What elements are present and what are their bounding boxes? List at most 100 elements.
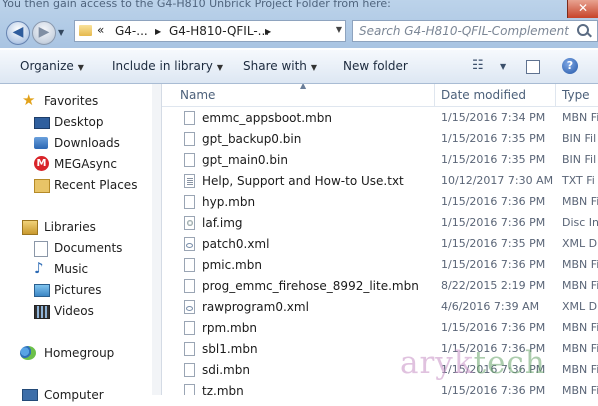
breadcrumb-parent[interactable]: G4-... [115, 24, 148, 38]
file-icon [184, 321, 195, 335]
file-type: MBN Fi [562, 321, 598, 334]
file-row[interactable]: gpt_main0.bin 1/15/2016 7:35 PM BIN Fil [162, 150, 598, 171]
overflow-breadcrumb-icon[interactable]: « [97, 23, 104, 37]
navigation-scrollbar[interactable] [152, 84, 161, 395]
column-type[interactable]: Type [562, 88, 590, 102]
file-type: MBN Fi [562, 258, 598, 271]
recent-locations-chevron-icon[interactable]: ▼ [58, 28, 64, 37]
close-window-button[interactable]: ✕ [567, 0, 598, 18]
nav-libraries-header[interactable]: Libraries [0, 217, 160, 238]
column-header-row: ▲ Name Date modified Type [162, 84, 598, 107]
homegroup-label: Homegroup [44, 346, 115, 360]
file-type: MBN Fi [562, 111, 598, 124]
file-date-modified: 8/22/2015 2:19 PM [441, 279, 546, 292]
share-with-label: Share with [243, 59, 307, 73]
favorites-star-icon: ★ [22, 91, 36, 109]
videos-icon [34, 305, 50, 319]
breadcrumb-separator-icon[interactable]: ▶ [155, 27, 161, 36]
view-options-icon[interactable]: ☷ [472, 58, 484, 73]
window-titlebar: You then gain access to the G4-H810 Unbr… [0, 0, 598, 48]
back-arrow-icon: ◀ [12, 24, 24, 40]
file-type: XML D [562, 237, 598, 250]
nav-item-desktop[interactable]: Desktop [0, 112, 160, 133]
file-date-modified: 1/15/2016 7:35 PM [441, 153, 546, 166]
nav-item-music[interactable]: ♪ Music [0, 259, 160, 280]
text-file-icon [184, 174, 195, 188]
xml-file-icon [184, 237, 195, 251]
file-row[interactable]: emmc_appsboot.mbn 1/15/2016 7:34 PM MBN Fi [162, 108, 598, 129]
forward-button[interactable]: ▶ [32, 21, 56, 45]
nav-item-documents[interactable]: Documents [0, 238, 160, 259]
file-row[interactable]: patch0.xml 1/15/2016 7:35 PM XML D [162, 234, 598, 255]
search-icon[interactable] [577, 24, 589, 36]
file-type: Disc In [562, 216, 598, 229]
file-row[interactable]: hyp.mbn 1/15/2016 7:36 PM MBN Fi [162, 192, 598, 213]
include-in-library-button[interactable]: Include in library ▼ [112, 59, 223, 73]
nav-item-megasync[interactable]: M MEGAsync [0, 154, 160, 175]
new-folder-button[interactable]: New folder [343, 59, 408, 73]
column-name[interactable]: Name [180, 88, 215, 102]
file-date-modified: 1/15/2016 7:35 PM [441, 132, 546, 145]
file-row[interactable]: laf.img 1/15/2016 7:36 PM Disc In [162, 213, 598, 234]
documents-icon [34, 241, 48, 257]
file-date-modified: 1/15/2016 7:36 PM [441, 321, 546, 334]
file-row[interactable]: rpm.mbn 1/15/2016 7:36 PM MBN Fi [162, 318, 598, 339]
file-name: emmc_appsboot.mbn [202, 111, 332, 125]
file-date-modified: 10/12/2017 7:30 AM [441, 174, 554, 187]
nav-item-pictures[interactable]: Pictures [0, 280, 160, 301]
file-icon [184, 153, 195, 167]
file-name: gpt_main0.bin [202, 153, 288, 167]
address-bar[interactable]: « G4-... ▶ G4-H810-QFIL-... ▶ ▼ [74, 20, 346, 42]
column-divider[interactable] [555, 84, 556, 106]
address-history-dropdown-icon[interactable]: ▼ [336, 25, 342, 34]
file-type: BIN Fil [562, 132, 597, 145]
desktop-icon [34, 117, 50, 129]
nav-favorites-header[interactable]: ★ Favorites [0, 91, 160, 112]
file-row[interactable]: prog_emmc_firehose_8992_lite.mbn 8/22/201… [162, 276, 598, 297]
file-type: MBN Fi [562, 342, 598, 355]
nav-item-downloads[interactable]: Downloads [0, 133, 160, 154]
libraries-label: Libraries [44, 220, 96, 234]
file-icon [184, 384, 195, 395]
organize-button[interactable]: Organize ▼ [20, 59, 84, 73]
computer-label: Computer [44, 388, 104, 402]
downloads-label: Downloads [54, 136, 120, 150]
column-date-modified[interactable]: Date modified [441, 88, 526, 102]
share-dropdown-icon: ▼ [310, 63, 318, 72]
file-name: sdi.mbn [202, 363, 250, 377]
back-button[interactable]: ◀ [6, 21, 30, 45]
nav-item-recent-places[interactable]: Recent Places [0, 175, 160, 196]
file-row[interactable]: pmic.mbn 1/15/2016 7:36 PM MBN Fi [162, 255, 598, 276]
navigation-pane: ★ Favorites Desktop Downloads M MEGAsync… [0, 84, 162, 402]
view-dropdown-icon[interactable]: ▼ [500, 62, 506, 71]
file-name: gpt_backup0.bin [202, 132, 302, 146]
column-divider[interactable] [434, 84, 435, 106]
share-with-button[interactable]: Share with ▼ [243, 59, 317, 73]
libraries-icon [22, 220, 38, 235]
breadcrumb-separator-icon[interactable]: ▶ [265, 27, 271, 36]
music-icon: ♪ [34, 259, 44, 277]
file-type: MBN Fi [562, 195, 598, 208]
forward-arrow-icon: ▶ [38, 24, 50, 40]
nav-computer[interactable]: Computer [0, 385, 160, 406]
include-dropdown-icon: ▼ [216, 63, 224, 72]
breadcrumb-current[interactable]: G4-H810-QFIL-... [169, 24, 269, 38]
search-placeholder[interactable]: Search G4-H810-QFIL-Complementary... [359, 24, 569, 38]
help-icon[interactable]: ? [562, 58, 578, 74]
file-row[interactable]: rawprogram0.xml 4/6/2016 7:39 AM XML D [162, 297, 598, 318]
nav-homegroup[interactable]: Homegroup [0, 343, 160, 364]
nav-item-videos[interactable]: Videos [0, 301, 160, 322]
file-icon [184, 279, 195, 293]
organize-label: Organize [20, 59, 74, 73]
file-type: BIN Fil [562, 153, 597, 166]
file-name: pmic.mbn [202, 258, 262, 272]
favorites-label: Favorites [44, 94, 99, 108]
file-type: MBN Fi [562, 384, 598, 395]
search-box[interactable]: Search G4-H810-QFIL-Complementary... [352, 20, 598, 42]
file-row[interactable]: tz.mbn 1/15/2016 7:36 PM MBN Fi [162, 381, 598, 395]
file-row[interactable]: gpt_backup0.bin 1/15/2016 7:35 PM BIN Fil [162, 129, 598, 150]
preview-pane-icon[interactable] [526, 60, 540, 74]
file-row[interactable]: Help, Support and How-to Use.txt 10/12/20… [162, 171, 598, 192]
folder-icon [79, 25, 92, 36]
documents-label: Documents [54, 241, 123, 255]
